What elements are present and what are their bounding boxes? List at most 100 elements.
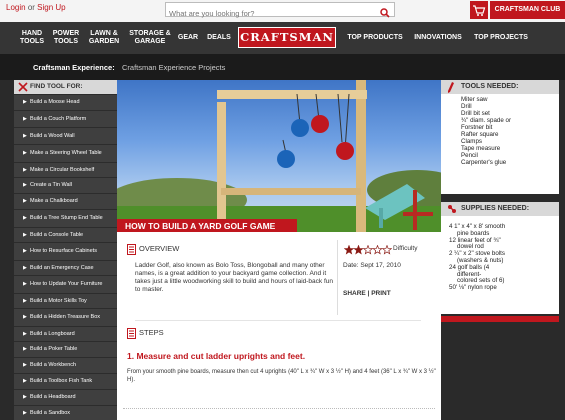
arrow-right-icon: ▶ [23, 330, 27, 337]
overview-text: Ladder Golf, also known as Bolo Toss, Bl… [135, 262, 333, 293]
arrow-right-icon: ▶ [23, 150, 27, 157]
sidebar-item[interactable]: ▶ Create a Tin Wall [14, 177, 117, 193]
search-box [165, 2, 395, 20]
sidebar-item-label: Build a Sandbox [30, 409, 71, 416]
account-links: Login or Sign Up [6, 3, 66, 12]
tool-item: Forstner bit [461, 124, 493, 131]
share-link[interactable]: SHARE [343, 290, 366, 297]
arrow-right-icon: ▶ [23, 378, 27, 385]
sidebar-item[interactable]: ▶ Build a Hidden Treasure Box [14, 308, 117, 326]
arrow-right-icon: ▶ [23, 314, 27, 321]
tools-heading: TOOLS NEEDED: [441, 80, 559, 94]
cart-button[interactable] [470, 1, 488, 19]
tool-item: Drill [461, 103, 472, 110]
overview-heading: OVERVIEW [139, 244, 180, 253]
sidebar-item[interactable]: ▶ Build a Workbench [14, 357, 117, 373]
arrow-right-icon: ▶ [23, 132, 27, 139]
golf-ball-blue [291, 119, 309, 137]
sidebar-item[interactable]: ▶ Make a Chalkboard [14, 193, 117, 209]
sidebar-item[interactable]: ▶ Build a Sandbox [14, 405, 117, 420]
signup-link[interactable]: Sign Up [37, 3, 65, 12]
project-content: OVERVIEW Ladder Golf, also known as Bolo… [117, 232, 441, 420]
golf-ball-blue [277, 150, 295, 168]
sidebar-item-label: Build a Moose Head [30, 99, 80, 106]
sidebar-item[interactable]: ▶ How to Update Your Furniture [14, 275, 117, 293]
project-date: Date: Sept 17, 2010 [343, 262, 401, 269]
sidebar-item[interactable]: ▶ Make a Circular Bookshelf [14, 162, 117, 177]
arrow-right-icon: ▶ [23, 198, 27, 205]
arrow-right-icon: ▶ [23, 215, 27, 222]
difficulty-stars [343, 242, 393, 260]
divider [123, 408, 435, 409]
sidebar-item[interactable]: ▶ Build a Wood Wall [14, 127, 117, 144]
sidebar-item-label: Build a Tree Stump End Table [30, 215, 103, 222]
star-empty-icon [362, 244, 374, 255]
nav-gear[interactable]: GEAR [176, 22, 200, 54]
sidebar-item-label: Build a Motor Skills Toy [30, 297, 87, 304]
document-icon [127, 242, 136, 260]
sidebar-item[interactable]: ▶ Build a Tree Stump End Table [14, 209, 117, 227]
nav-storage-garage[interactable]: STORAGE & GARAGE [128, 22, 172, 54]
tools-list: Miter saw Drill Drill bit set ¾" diam. s… [441, 94, 559, 194]
tool-item: Miter saw [461, 96, 488, 103]
arrow-right-icon: ▶ [23, 281, 27, 288]
arrow-right-icon: ▶ [23, 394, 27, 401]
breadcrumb-link[interactable]: Craftsman Experience Projects [122, 63, 225, 72]
sidebar-item[interactable]: ▶ How to Resurface Cabinets [14, 242, 117, 260]
sidebar-item[interactable]: ▶ Build a Toolbox Fish Tank [14, 373, 117, 389]
sidebar-item-label: Create a Tin Wall [30, 182, 72, 189]
tool-item: Tape measure [461, 145, 501, 152]
nav-top-products[interactable]: TOP PRODUCTS [344, 22, 406, 54]
star-filled-icon [353, 244, 364, 255]
arrow-right-icon: ▶ [23, 264, 27, 271]
sidebar-item[interactable]: ▶ Build a Moose Head [14, 94, 117, 110]
sidebar-item[interactable]: ▶ Build a Poker Table [14, 341, 117, 357]
craftsman-logo[interactable]: CRAFTSMAN [238, 27, 336, 48]
sidebar-item-label: Make a Circular Bookshelf [30, 166, 95, 173]
hero-image: HOW TO BUILD A YARD GOLF GAME [117, 80, 441, 232]
tool-item: Carpenter's glue [461, 159, 507, 166]
star-rating-icon [343, 244, 393, 255]
nav-hand-tools[interactable]: HAND TOOLS [20, 22, 44, 54]
sidebar-item[interactable]: ▶ Build a Longboard [14, 326, 117, 341]
sidebar-item[interactable]: ▶ Build a Couch Platform [14, 110, 117, 127]
sidebar-item-label: Build a Couch Platform [30, 115, 87, 122]
top-bar: Login or Sign Up CRAFTSMAN CLUB [0, 0, 565, 22]
yard-golf-illustration [117, 80, 441, 232]
arrow-right-icon: ▶ [23, 248, 27, 255]
difficulty-label: Difficulty [393, 245, 418, 252]
print-link[interactable]: PRINT [371, 290, 391, 297]
sidebar-item[interactable]: ▶ Build a Motor Skills Toy [14, 293, 117, 308]
or-text: or [27, 3, 35, 12]
craftsman-club-button[interactable]: CRAFTSMAN CLUB [490, 1, 565, 19]
nav-top-projects[interactable]: TOP PROJECTS [472, 22, 530, 54]
login-link[interactable]: Login [6, 3, 26, 12]
sidebar-item-label: Build a Hidden Treasure Box [30, 314, 101, 321]
sidebar-item-label: Build a Workbench [30, 362, 77, 369]
tools-heading-label: TOOLS NEEDED: [461, 83, 519, 90]
supplies-list: 4 1" x 4" x 8' smooth pine boards 12 lin… [441, 216, 559, 314]
sidebar-item[interactable]: ▶ Build an Emergency Case [14, 260, 117, 275]
nav-power-tools[interactable]: POWER TOOLS [52, 22, 80, 54]
tool-item: Clamps [461, 138, 482, 145]
sidebar-item-label: Build a Toolbox Fish Tank [30, 378, 93, 385]
sidebar-item-label: Make a Steering Wheel Table [30, 150, 102, 157]
star-empty-icon [372, 244, 383, 255]
nav-deals[interactable]: DEALS [205, 22, 233, 54]
breadcrumb: Craftsman Experience: Craftsman Experien… [0, 54, 565, 80]
search-input[interactable] [166, 7, 376, 20]
sidebar-item-label: Build a Poker Table [30, 346, 78, 353]
tool-item: ¾" diam. spade or [461, 117, 512, 124]
sidebar-item-label: Build a Wood Wall [30, 132, 75, 139]
nav-lawn-garden[interactable]: LAWN & GARDEN [88, 22, 120, 54]
star-filled-icon [343, 244, 355, 255]
search-icon[interactable] [380, 5, 390, 23]
sidebar-item[interactable]: ▶ Make a Steering Wheel Table [14, 144, 117, 162]
supply-item: 50' ⅛" nylon rope [449, 284, 497, 292]
arrow-right-icon: ▶ [23, 99, 27, 106]
star-empty-icon [381, 244, 393, 255]
tool-item: Pencil [461, 152, 478, 159]
sidebar-item[interactable]: ▶ Build a Console Table [14, 227, 117, 242]
nav-innovations[interactable]: INNOVATIONS [409, 22, 467, 54]
sidebar-item[interactable]: ▶ Build a Headboard [14, 389, 117, 405]
